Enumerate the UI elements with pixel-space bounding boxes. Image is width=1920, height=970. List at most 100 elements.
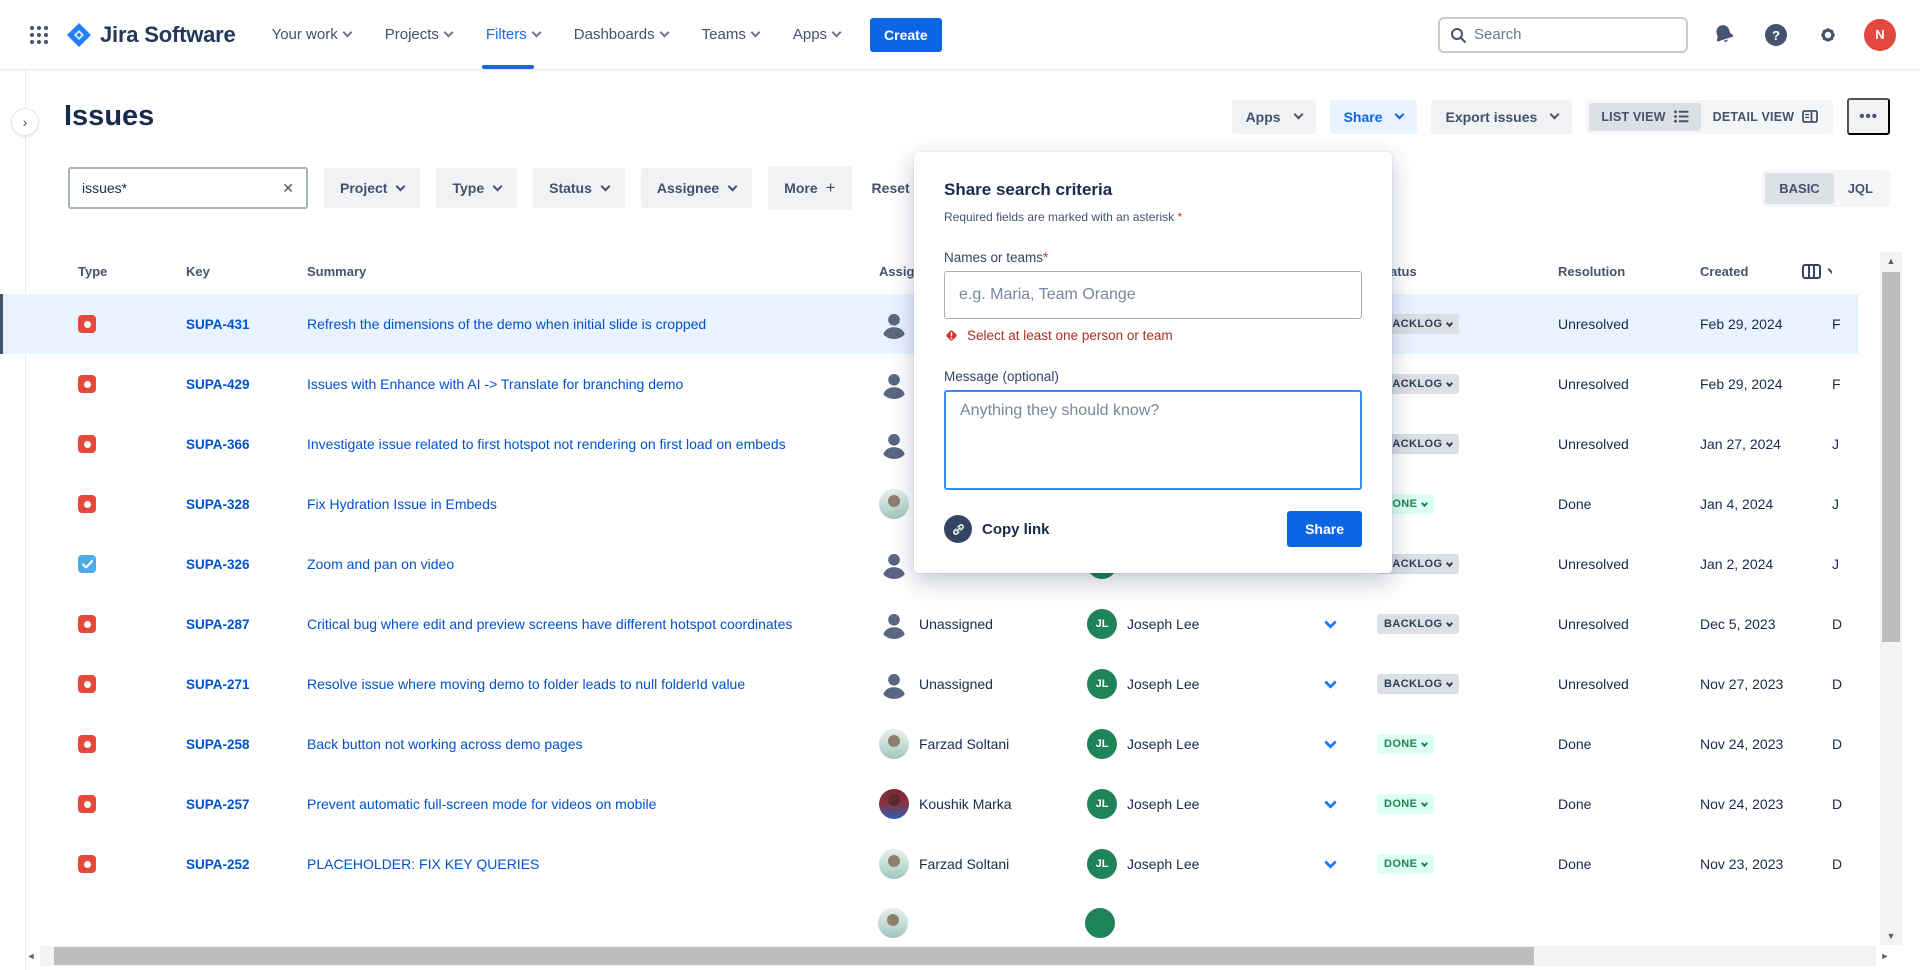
nav-item-filters[interactable]: Filters [486,0,540,69]
sidebar-expand-button[interactable]: › [11,108,39,136]
clear-search-icon[interactable]: ✕ [282,180,294,197]
project-filter-dropdown[interactable]: Project [324,168,420,208]
configure-columns-button[interactable] [1802,264,1832,279]
created-date: Dec 5, 2023 [1682,616,1832,632]
created-date: Jan 2, 2024 [1682,556,1832,572]
assignee-cell[interactable]: Farzad Soltani [867,849,1075,879]
status-badge[interactable]: BACKLOG [1377,674,1459,694]
names-or-teams-input[interactable] [944,271,1362,319]
jql-mode-toggle[interactable]: JQL [1834,173,1887,204]
table-row[interactable]: SUPA-271 Resolve issue where moving demo… [0,654,1858,714]
nav-item-apps[interactable]: Apps [793,0,840,69]
reporter-cell[interactable]: JL Joseph Lee [1075,669,1290,699]
issue-summary-link[interactable]: Investigate issue related to first hotsp… [307,434,867,454]
issue-type-icon [78,555,96,573]
user-avatar[interactable]: N [1864,19,1896,51]
scroll-right-arrow[interactable]: ► [1876,946,1894,966]
issue-key-link[interactable]: SUPA-258 [186,737,250,752]
column-header-key[interactable]: Key [186,264,307,279]
issue-key-link[interactable]: SUPA-328 [186,497,250,512]
list-view-toggle[interactable]: LIST VIEW [1589,103,1700,131]
nav-item-teams[interactable]: Teams [702,0,759,69]
priority-low-icon[interactable] [1290,680,1365,689]
issue-key-link[interactable]: SUPA-366 [186,437,250,452]
table-row[interactable]: SUPA-287 Critical bug where edit and pre… [0,594,1858,654]
global-search-input[interactable] [1474,26,1654,43]
column-header-resolution[interactable]: Resolution [1530,264,1682,279]
issue-summary-link[interactable]: Back button not working across demo page… [307,734,867,754]
status-filter-dropdown[interactable]: Status [533,168,625,208]
assignee-cell[interactable]: Koushik Marka [867,789,1075,819]
notifications-bell-icon[interactable] [1708,19,1740,51]
nav-item-dashboards[interactable]: Dashboards [574,0,668,69]
more-filters-button[interactable]: More+ [768,166,851,210]
settings-gear-icon[interactable] [1812,19,1844,51]
issue-search-field[interactable]: ✕ [68,167,308,209]
issue-key-link[interactable]: SUPA-431 [186,317,250,332]
table-row[interactable]: SUPA-252 PLACEHOLDER: FIX KEY QUERIES Fa… [0,834,1858,894]
issue-summary-link[interactable]: Refresh the dimensions of the demo when … [307,314,867,334]
column-header-created[interactable]: Created [1682,264,1832,279]
column-header-type[interactable]: Type [62,264,186,279]
issue-key-link[interactable]: SUPA-287 [186,617,250,632]
message-textarea[interactable] [944,390,1362,490]
column-header-summary[interactable]: Summary [307,264,867,279]
horizontal-scroll-thumb[interactable] [54,947,1534,965]
issue-summary-link[interactable]: PLACEHOLDER: FIX KEY QUERIES [307,854,867,874]
jira-logo[interactable]: Jira Software [66,22,236,48]
detail-view-toggle[interactable]: DETAIL VIEW [1701,103,1831,131]
vertical-scrollbar[interactable]: ▲ ▼ [1880,252,1902,945]
priority-low-icon[interactable] [1290,800,1365,809]
status-badge[interactable]: DONE [1377,794,1434,814]
priority-low-icon[interactable] [1290,620,1365,629]
create-button[interactable]: Create [870,18,942,52]
reporter-cell[interactable]: JL Joseph Lee [1075,729,1290,759]
issue-key-link[interactable]: SUPA-252 [186,857,250,872]
reporter-cell[interactable]: JL Joseph Lee [1075,849,1290,879]
help-icon[interactable]: ? [1760,19,1792,51]
copy-link-button[interactable]: Copy link [944,515,1050,543]
issue-key-link[interactable]: SUPA-271 [186,677,250,692]
assignee-filter-dropdown[interactable]: Assignee [641,168,752,208]
scroll-left-arrow[interactable]: ◄ [22,946,40,966]
issue-summary-link[interactable]: Prevent automatic full-screen mode for v… [307,794,867,814]
scroll-down-arrow[interactable]: ▼ [1880,927,1902,945]
share-dropdown-button[interactable]: Share [1330,100,1418,134]
issue-summary-link[interactable]: Critical bug where edit and preview scre… [307,614,867,634]
table-row[interactable]: SUPA-258 Back button not working across … [0,714,1858,774]
priority-low-icon[interactable] [1290,860,1365,869]
issue-summary-link[interactable]: Resolve issue where moving demo to folde… [307,674,867,694]
priority-low-icon[interactable] [1290,740,1365,749]
issue-key-link[interactable]: SUPA-326 [186,557,250,572]
reset-filters-button[interactable]: Reset [868,168,914,208]
issue-key-link[interactable]: SUPA-429 [186,377,250,392]
share-submit-button[interactable]: Share [1287,511,1362,547]
assignee-cell[interactable]: Unassigned [867,609,1075,639]
app-switcher-icon[interactable] [22,18,56,52]
status-badge[interactable]: BACKLOG [1377,614,1459,634]
horizontal-scrollbar[interactable]: ◄ ► [40,946,1876,966]
export-issues-button[interactable]: Export issues [1431,100,1572,134]
apps-dropdown-button[interactable]: Apps [1232,100,1316,134]
issue-summary-link[interactable]: Fix Hydration Issue in Embeds [307,494,867,514]
nav-item-projects[interactable]: Projects [385,0,452,69]
more-actions-button[interactable]: ••• [1847,98,1890,135]
reporter-cell[interactable]: JL Joseph Lee [1075,609,1290,639]
assignee-avatar [879,549,909,579]
nav-item-your-work[interactable]: Your work [272,0,351,69]
issue-search-input[interactable] [82,180,262,196]
status-badge[interactable]: DONE [1377,734,1434,754]
assignee-cell[interactable]: Farzad Soltani [867,729,1075,759]
scroll-up-arrow[interactable]: ▲ [1880,252,1902,270]
basic-mode-toggle[interactable]: BASIC [1765,173,1833,204]
issue-summary-link[interactable]: Issues with Enhance with AI -> Translate… [307,374,867,394]
assignee-cell[interactable]: Unassigned [867,669,1075,699]
vertical-scroll-thumb[interactable] [1882,272,1900,642]
table-row[interactable]: SUPA-257 Prevent automatic full-screen m… [0,774,1858,834]
reporter-cell[interactable]: JL Joseph Lee [1075,789,1290,819]
type-filter-dropdown[interactable]: Type [436,168,517,208]
issue-key-link[interactable]: SUPA-257 [186,797,250,812]
status-badge[interactable]: DONE [1377,854,1434,874]
issue-summary-link[interactable]: Zoom and pan on video [307,554,867,574]
global-search[interactable] [1438,17,1688,53]
